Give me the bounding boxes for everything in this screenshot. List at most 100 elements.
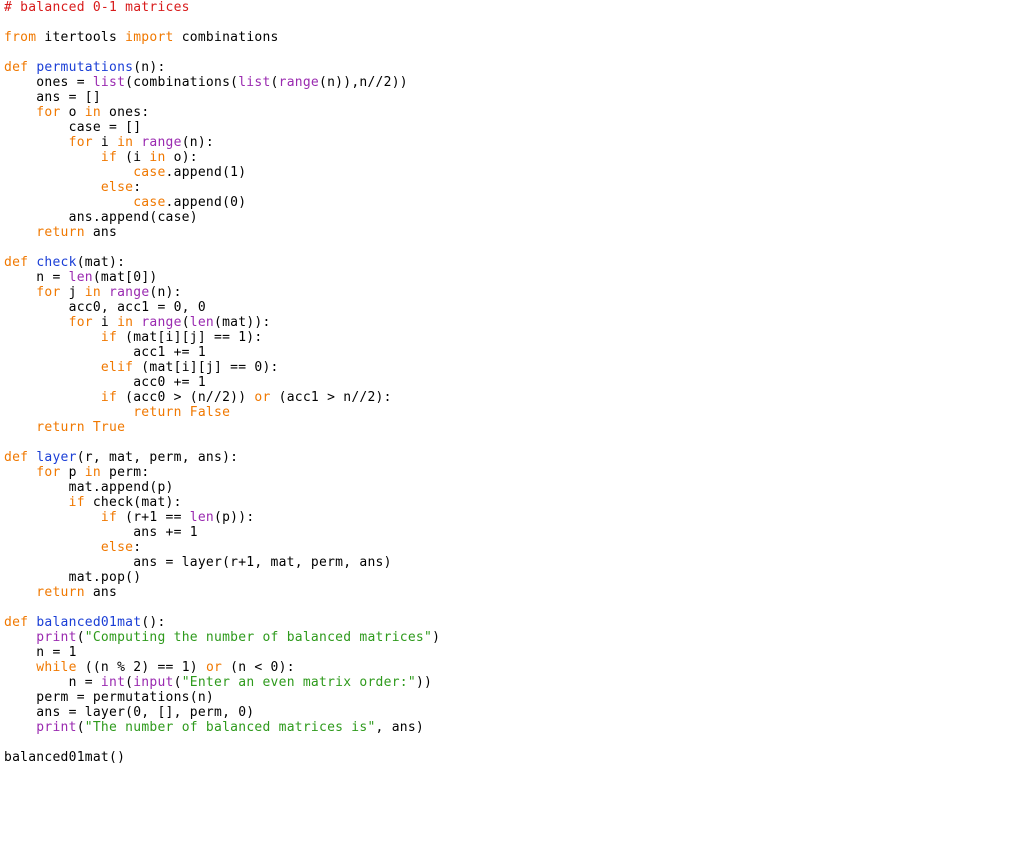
code-line: n = 1: [4, 645, 1020, 660]
code-token-text: n = 1: [4, 645, 77, 660]
code-token-text: (mat[0]): [92, 270, 158, 285]
code-token-string: "Computing the number of balanced matric…: [84, 630, 433, 645]
code-token-keyword: def: [4, 450, 29, 465]
code-token-text: (: [181, 315, 190, 330]
code-token-text: (: [76, 720, 85, 735]
code-line: perm = permutations(n): [4, 690, 1020, 705]
code-token-function-name: layer: [36, 450, 77, 465]
code-token-text: (combinations(: [125, 75, 239, 90]
code-line: print("The number of balanced matrices i…: [4, 720, 1020, 735]
code-token-keyword: False: [189, 405, 231, 420]
code-token-string: "Enter an even matrix order:": [181, 675, 416, 690]
code-token-keyword: or: [254, 390, 271, 405]
code-token-text: balanced01mat(): [4, 750, 126, 765]
code-token-text: acc0 += 1: [4, 375, 206, 390]
code-line: ans = layer(0, [], perm, 0): [4, 705, 1020, 720]
code-editor[interactable]: # balanced 0-1 matrices from itertools i…: [0, 0, 1024, 857]
code-line: ans.append(case): [4, 210, 1020, 225]
code-token-text: .append(1): [165, 165, 247, 180]
code-line: for j in range(n):: [4, 285, 1020, 300]
code-line: if check(mat):: [4, 495, 1020, 510]
code-line: return True: [4, 420, 1020, 435]
code-token-builtin: input: [133, 675, 174, 690]
code-line: case.append(1): [4, 165, 1020, 180]
code-line: case = []: [4, 120, 1020, 135]
code-token-keyword: case: [4, 165, 166, 180]
code-token-text: check(mat):: [84, 495, 182, 510]
code-token-text: (r+1 ==: [117, 510, 190, 525]
code-line: case.append(0): [4, 195, 1020, 210]
code-line: return ans: [4, 225, 1020, 240]
code-token-text: , ans): [375, 720, 425, 735]
code-token-keyword: in: [117, 315, 134, 330]
code-token-text: (: [173, 675, 182, 690]
code-line: if (i in o):: [4, 150, 1020, 165]
code-token-text: ans = layer(r+1, mat, perm, ans): [4, 555, 392, 570]
code-token-text: mat.append(p): [4, 480, 174, 495]
code-token-text: ans = layer(0, [], perm, 0): [4, 705, 255, 720]
code-token-text: o):: [165, 150, 198, 165]
code-line: for i in range(len(mat)):: [4, 315, 1020, 330]
code-token-text: perm:: [100, 465, 150, 480]
code-line: if (acc0 > (n//2)) or (acc1 > n//2):: [4, 390, 1020, 405]
code-token-text: ():: [141, 615, 166, 630]
code-line: if (r+1 == len(p)):: [4, 510, 1020, 525]
code-token-builtin: list: [92, 75, 126, 90]
code-token-builtin: range: [141, 315, 182, 330]
code-token-text: ans.append(case): [4, 210, 198, 225]
code-token-text: ans += 1: [4, 525, 198, 540]
code-token-keyword: case: [4, 195, 166, 210]
code-token-text: acc1 += 1: [4, 345, 206, 360]
code-line: ans += 1: [4, 525, 1020, 540]
code-token-text: )): [415, 675, 433, 690]
code-line: for i in range(n):: [4, 135, 1020, 150]
code-line: return ans: [4, 585, 1020, 600]
code-token-text: (acc1 > n//2):: [270, 390, 392, 405]
code-line: elif (mat[i][j] == 0):: [4, 360, 1020, 375]
code-token-text: :: [133, 180, 142, 195]
code-line: # balanced 0-1 matrices: [4, 0, 1020, 15]
code-line: def permutations(n):: [4, 60, 1020, 75]
code-token-text: combinations: [173, 30, 279, 45]
code-line: ans = layer(r+1, mat, perm, ans): [4, 555, 1020, 570]
code-token-text: (n)),n//2)): [319, 75, 408, 90]
code-line: print("Computing the number of balanced …: [4, 630, 1020, 645]
code-line: for p in perm:: [4, 465, 1020, 480]
code-token-keyword: in: [84, 465, 101, 480]
code-token-text: (mat[i][j] == 1):: [117, 330, 263, 345]
code-token-text: ans: [84, 225, 118, 240]
code-token-text: i: [92, 135, 118, 150]
code-token-text: (mat[i][j] == 0):: [133, 360, 279, 375]
code-token-text: o: [60, 105, 85, 120]
code-token-text: (n < 0):: [222, 660, 295, 675]
code-line: return False: [4, 405, 1020, 420]
code-token-builtin: int: [100, 675, 126, 690]
code-token-keyword: if: [4, 495, 85, 510]
code-token-keyword: in: [149, 150, 166, 165]
code-token-text: itertools: [36, 30, 126, 45]
code-line: else:: [4, 180, 1020, 195]
code-token-text: perm = permutations(n): [4, 690, 214, 705]
code-token-function-name: balanced01mat: [36, 615, 142, 630]
code-token-text: ans = []: [4, 90, 101, 105]
code-token-function-name: check: [36, 255, 77, 270]
code-token-keyword: in: [84, 105, 101, 120]
code-token-keyword: or: [205, 660, 223, 675]
code-token-keyword: for: [4, 285, 61, 300]
code-token-keyword: else: [4, 540, 134, 555]
code-line: mat.append(p): [4, 480, 1020, 495]
code-token-text: p: [60, 465, 85, 480]
code-token-builtin: range: [278, 75, 320, 90]
code-view[interactable]: # balanced 0-1 matrices from itertools i…: [4, 0, 1020, 765]
code-token-keyword: import: [125, 30, 174, 45]
code-token-keyword: else: [4, 180, 134, 195]
code-token-keyword: if: [4, 510, 118, 525]
code-token-keyword: for: [4, 465, 61, 480]
code-line: acc1 += 1: [4, 345, 1020, 360]
code-token-text: j: [60, 285, 85, 300]
